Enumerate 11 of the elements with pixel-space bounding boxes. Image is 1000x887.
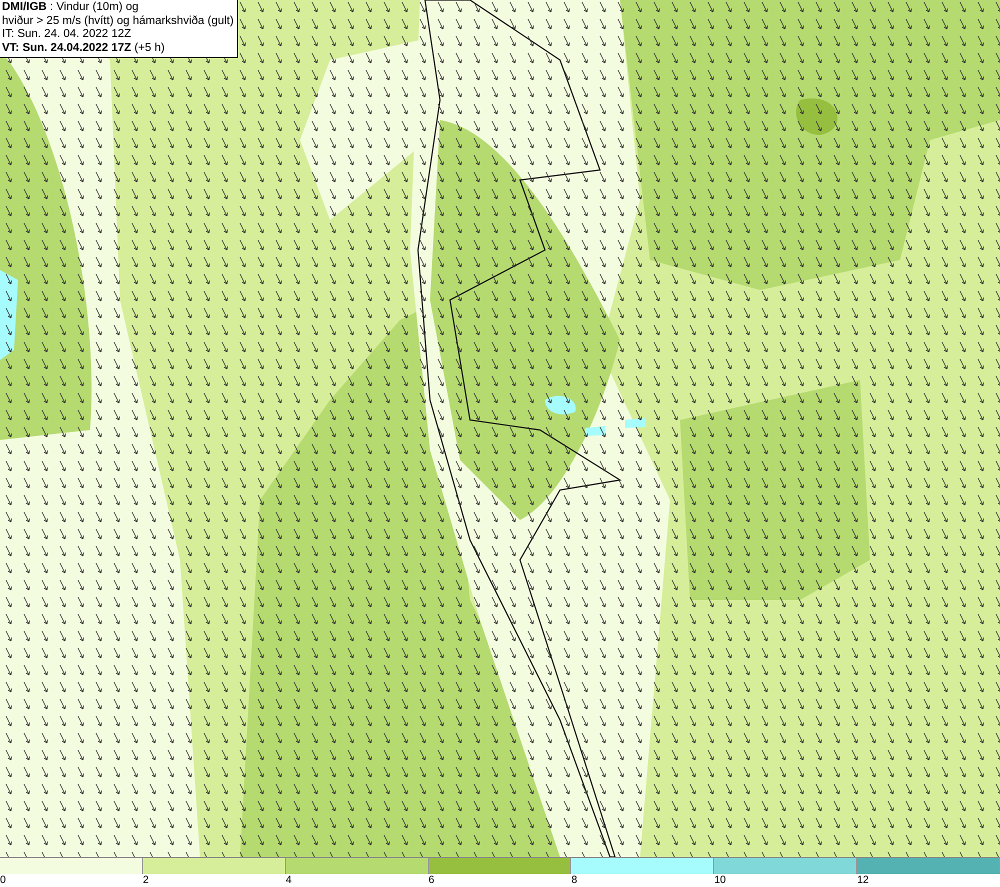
legend-tick-label: 8 (571, 874, 578, 886)
legend-tick-label: 12 (857, 874, 869, 886)
legend-tick-label: 10 (714, 874, 726, 886)
legend-tick-label: 4 (286, 874, 292, 886)
caption-text: IT: Sun. 24. 04. 2022 12Z (2, 28, 132, 42)
caption-text: DMI/IGB : Vindur (10m) og (2, 1, 140, 14)
legend-tick-label: 2 (142, 874, 149, 886)
legend-tick-label: 0 (0, 874, 6, 886)
caption-text: hviður > 25 m/s (hvítt) og hámarkshviða (gult) (2, 14, 234, 28)
legend-tick-label: 6 (428, 874, 434, 886)
caption-text: VT: Sun. 24.04.2022 17Z (+5 h) (2, 42, 166, 55)
